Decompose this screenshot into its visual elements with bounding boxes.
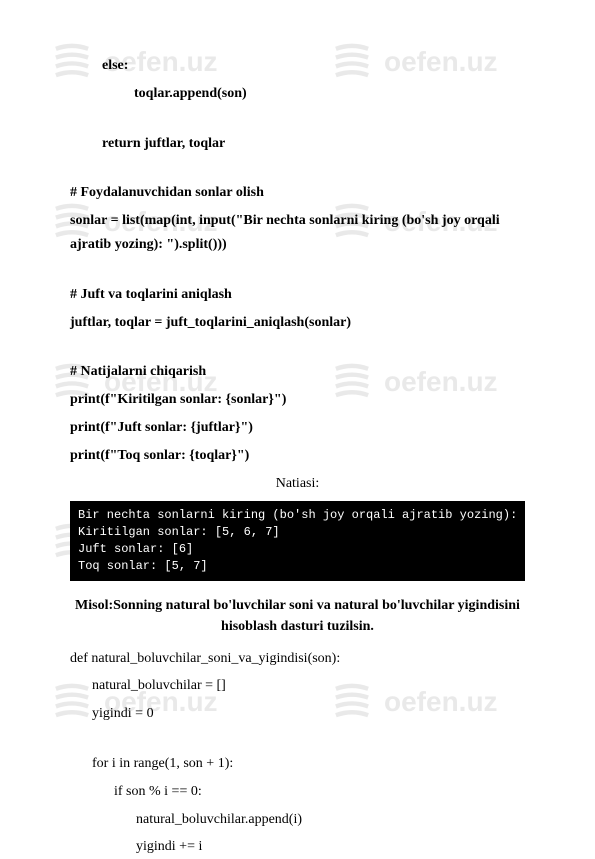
code-line: sonlar = list(map(int, input("Bir nechta… <box>70 209 525 257</box>
code-comment: # Juft va toqlarini aniqlash <box>70 283 525 307</box>
code-line: else: <box>102 54 525 78</box>
code-line: print(f"Toq sonlar: {toqlar}") <box>70 444 525 468</box>
code-comment: # Natijalarni chiqarish <box>70 360 525 384</box>
terminal-output: Bir nechta sonlarni kiring (bo'sh joy or… <box>70 501 525 580</box>
code-comment: # Foydalanuvchidan sonlar olish <box>70 181 525 205</box>
code-line: yigindi += i <box>136 835 525 859</box>
code-line: yigindi = 0 <box>92 702 525 726</box>
code-line: toqlar.append(son) <box>134 82 525 106</box>
example-title: Misol:Sonning natural bo'luvchilar soni … <box>70 595 525 637</box>
code-line: for i in range(1, son + 1): <box>92 752 525 776</box>
code-line: natural_boluvchilar.append(i) <box>136 808 525 832</box>
code-line: juftlar, toqlar = juft_toqlarini_aniqlas… <box>70 311 525 335</box>
code-line: def natural_boluvchilar_soni_va_yigindis… <box>70 647 525 671</box>
code-line: return juftlar, toqlar <box>102 132 525 156</box>
page-content: else: toqlar.append(son) return juftlar,… <box>0 0 595 859</box>
code-line: print(f"Kiritilgan sonlar: {sonlar}") <box>70 388 525 412</box>
code-line: print(f"Juft sonlar: {juftlar}") <box>70 416 525 440</box>
code-line: if son % i == 0: <box>114 780 525 804</box>
result-label: Natiasi: <box>70 472 525 496</box>
code-line: natural_boluvchilar = [] <box>92 674 525 698</box>
